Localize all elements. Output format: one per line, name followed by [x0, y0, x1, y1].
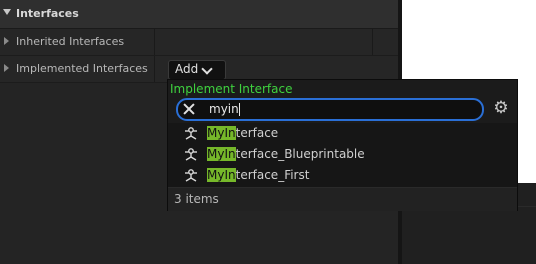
interface-icon: [185, 169, 197, 182]
item-label: MyInterface_First: [207, 168, 309, 182]
row-label: Implemented Interfaces: [16, 62, 148, 75]
chevron-right-icon[interactable]: [4, 37, 9, 45]
interfaces-section-header[interactable]: Interfaces: [0, 0, 398, 29]
column-divider: [154, 29, 155, 55]
match-highlight: MyIn: [207, 147, 236, 161]
item-count: 3 items: [174, 192, 219, 206]
item-label: MyInterface_Blueprintable: [207, 147, 365, 161]
add-button-label: Add: [175, 62, 199, 76]
interface-list: MyInterface MyInterface_Blueprintable My…: [168, 123, 517, 187]
column-divider: [372, 29, 373, 55]
search-input[interactable]: myin: [176, 98, 484, 121]
list-item[interactable]: MyInterface_First: [168, 165, 517, 186]
item-rest: terface: [235, 126, 279, 140]
item-rest: terface_First: [235, 168, 310, 182]
inherited-interfaces-row[interactable]: Inherited Interfaces: [0, 29, 398, 56]
chevron-down-icon: [201, 63, 213, 75]
column-divider: [154, 56, 155, 82]
interface-icon: [185, 127, 197, 140]
section-title: Interfaces: [16, 7, 79, 20]
item-rest: terface_Blueprintable: [235, 147, 365, 161]
chevron-right-icon[interactable]: [4, 64, 9, 72]
popup-footer: 3 items: [168, 187, 517, 211]
add-interface-button[interactable]: Add: [168, 60, 226, 80]
match-highlight: MyIn: [207, 168, 236, 182]
close-icon[interactable]: [182, 102, 196, 116]
item-label: MyInterface: [207, 126, 278, 140]
gear-icon[interactable]: ⚙: [492, 99, 510, 117]
search-value: myin: [209, 102, 239, 116]
match-highlight: MyIn: [207, 126, 236, 140]
text-caret: [239, 103, 240, 116]
list-item[interactable]: MyInterface_Blueprintable: [168, 144, 517, 165]
row-label: Inherited Interfaces: [16, 35, 125, 48]
popup-title: Implement Interface: [170, 82, 293, 96]
chevron-down-icon: [3, 9, 11, 15]
interface-icon: [185, 148, 197, 161]
implement-interface-popup: Implement Interface myin ⚙ MyInterface M…: [167, 79, 518, 211]
list-item[interactable]: MyInterface: [168, 123, 517, 144]
